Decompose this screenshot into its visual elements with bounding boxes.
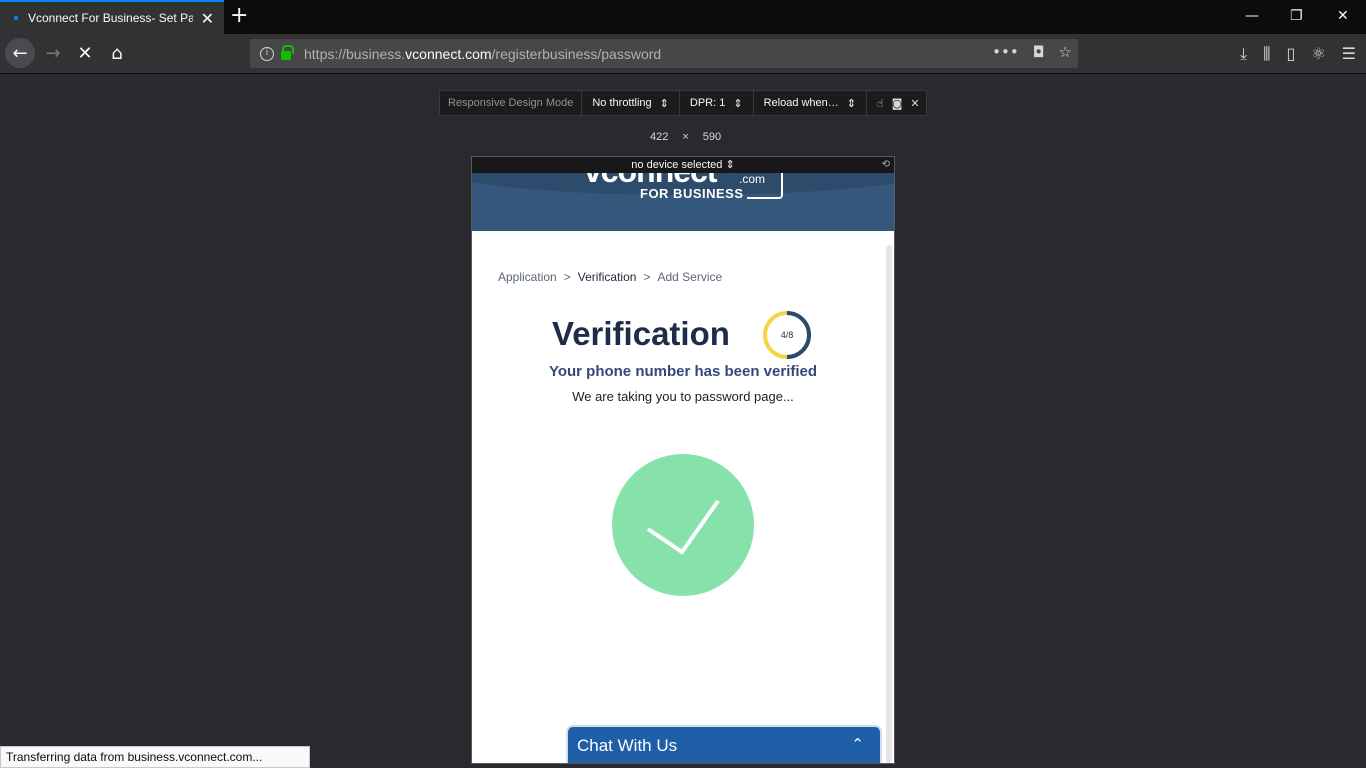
chat-widget[interactable]: Chat With Us ⌃ [566,725,882,763]
react-devtools-icon[interactable]: ⚛ [1311,44,1325,64]
status-bar: Transferring data from business.vconnect… [0,746,310,768]
home-button[interactable]: ⌂ [102,38,132,68]
success-check-icon [612,454,754,596]
browser-tab[interactable]: Vconnect For Business- Set Password ✕ [0,0,224,34]
viewport-height[interactable]: 590 [703,131,721,143]
touch-simulation-icon[interactable]: ☝ [877,97,884,110]
nav-bar: ← → ✕ ⌂ i https://business.vconnect.com/… [0,34,1366,74]
downloads-icon[interactable]: ⤓ [1240,44,1247,64]
lock-icon[interactable] [281,45,294,60]
tab-title: Vconnect For Business- Set Password [28,11,193,25]
new-tab-button[interactable]: + [230,3,248,28]
minimize-button[interactable]: — [1245,8,1259,24]
back-button[interactable]: ← [5,38,35,68]
viewport-dimensions: 422 × 590 [650,131,721,143]
tab-close-icon[interactable]: ✕ [201,9,214,29]
device-viewport: no device selected ⇕ ⟲ vconnect .com FOR… [471,156,895,764]
reload-select[interactable]: Reload when… ⇕ [754,91,868,115]
rotate-icon[interactable]: ⟲ [882,157,890,173]
site-info-icon[interactable]: i [260,46,274,61]
loading-indicator-icon [14,16,18,20]
logo-bracket-icon [747,173,783,199]
breadcrumb-add-service[interactable]: Add Service [657,270,722,284]
chat-label: Chat With Us [577,736,678,755]
menu-icon[interactable]: ☰ [1342,44,1356,64]
chevron-up-icon[interactable]: ⌃ [851,735,864,753]
pocket-icon[interactable]: ◘ [1033,43,1045,61]
url-bar[interactable]: i https://business.vconnect.com/register… [250,39,1078,68]
progress-label: 4/8 [780,330,794,340]
tab-strip: Vconnect For Business- Set Password ✕ + … [0,0,1366,34]
site-header: vconnect .com FOR BUSINESS [472,173,894,231]
bookmark-star-icon[interactable]: ☆ [1059,43,1072,61]
page-actions-icon[interactable]: ••• [992,43,1019,61]
rdm-label: Responsive Design Mode [440,91,583,115]
screenshot-icon[interactable]: ◙ [892,97,903,110]
redirect-message: We are taking you to password page... [572,389,794,404]
select-arrows-icon: ⇕ [733,97,743,110]
close-rdm-icon[interactable]: ✕ [910,97,919,110]
select-arrows-icon: ⇕ [846,97,857,110]
rdm-toolbar: Responsive Design Mode No throttling ⇕ DP… [439,90,927,116]
select-arrows-icon: ⇕ [659,97,669,110]
throttling-select[interactable]: No throttling ⇕ [582,91,680,115]
restore-button[interactable]: ❐ [1290,8,1303,24]
progress-ring: 4/8 [762,310,812,360]
page-title: Verification [552,315,730,352]
forward-button[interactable]: → [38,38,68,68]
device-selector[interactable]: no device selected ⇕ ⟲ [472,157,894,173]
url-text[interactable]: https://business.vconnect.com/registerbu… [304,46,661,62]
breadcrumb-verification: Verification [577,270,637,284]
breadcrumb: Application > Verification > Add Service [498,270,722,284]
breadcrumb-separator: > [563,270,571,284]
breadcrumb-separator: > [643,270,651,284]
verified-message: Your phone number has been verified [548,363,818,380]
close-window-button[interactable]: ✕ [1337,8,1349,24]
viewport-width[interactable]: 422 [650,131,668,143]
dimension-separator: × [682,131,689,143]
library-icon[interactable]: ⫼ [1263,44,1270,64]
sidebar-icon[interactable]: ▯ [1287,44,1296,64]
dpr-select[interactable]: DPR: 1 ⇕ [680,91,754,115]
scrollbar[interactable] [886,245,892,763]
stop-button[interactable]: ✕ [70,38,100,68]
breadcrumb-application[interactable]: Application [498,270,557,284]
logo-subtitle: FOR BUSINESS [640,186,744,201]
